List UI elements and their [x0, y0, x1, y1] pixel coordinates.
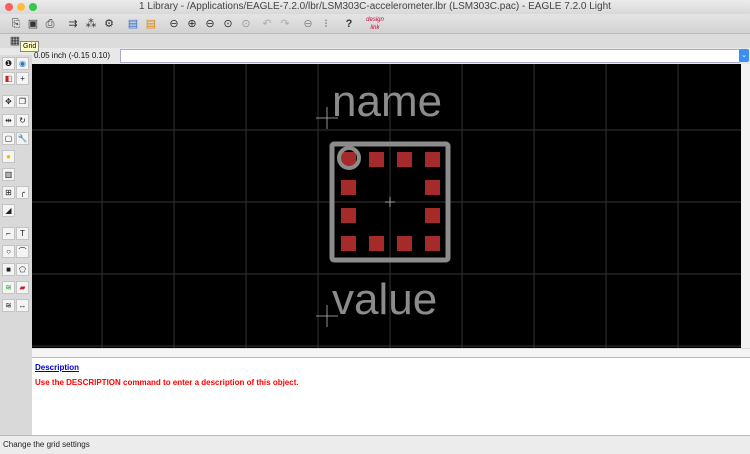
script-icon[interactable]: ⁂ [83, 16, 99, 32]
value-label: value [332, 275, 437, 324]
display-icon[interactable]: ◧ [2, 72, 15, 85]
smd-pad [369, 152, 384, 167]
main-toolbar: ⎘ ▣ ⎙ ⇉ ⁂ ⚙ ▤ ▤ ⊖ ⊕ ⊖ ⊙ ⊙ ↶ ↷ ⊖ ⁝ ? desi… [0, 14, 750, 34]
wire-icon[interactable]: ⌐ [2, 227, 15, 240]
minimize-window-button[interactable] [17, 3, 25, 11]
description-text: Use the DESCRIPTION command to enter a d… [35, 378, 299, 387]
change-icon[interactable]: 🔧 [16, 132, 29, 145]
redo-icon[interactable]: ↷ [277, 16, 293, 32]
arc-icon[interactable]: ⌒ [16, 245, 29, 258]
print-icon[interactable]: ⎙ [42, 16, 58, 32]
move-icon[interactable]: ✥ [2, 95, 15, 108]
info-icon[interactable]: ❶ [2, 57, 15, 70]
vertical-scrollbar[interactable] [741, 64, 750, 348]
description-panel: Description Use the DESCRIPTION command … [32, 357, 750, 435]
designlink-icon[interactable]: design link [363, 16, 387, 32]
smd-pad [425, 236, 440, 251]
smd-pad [341, 236, 356, 251]
rect-icon[interactable]: ■ [2, 263, 15, 276]
dimension-icon[interactable]: ↔ [16, 299, 29, 312]
smd-icon[interactable]: ≋ [2, 281, 15, 294]
zoom-last-icon[interactable]: ⊙ [238, 16, 254, 32]
zoom-out-icon[interactable]: ⊖ [202, 16, 218, 32]
title-bar: 1 Library - /Applications/EAGLE-7.2.0/lb… [0, 0, 750, 14]
layout-canvas[interactable]: name value [32, 64, 741, 348]
go-icon[interactable]: ⁝ [318, 16, 334, 32]
mark-icon[interactable]: + [16, 72, 29, 85]
smd-pad [397, 152, 412, 167]
polygon-icon[interactable]: ⬠ [16, 263, 29, 276]
smash-icon[interactable]: ⊞ [2, 186, 15, 199]
smd-pad [425, 208, 440, 223]
smd-pad [341, 208, 356, 223]
command-history-dropdown[interactable]: ⌄ [739, 49, 749, 62]
smd-pad [425, 152, 440, 167]
circle-icon[interactable]: ○ [2, 245, 15, 258]
help-icon[interactable]: ? [341, 16, 357, 32]
smd-pad [397, 236, 412, 251]
via-icon[interactable]: ≋ [2, 299, 15, 312]
text-icon[interactable]: T [16, 227, 29, 240]
zoom-in-icon[interactable]: ⊕ [184, 16, 200, 32]
rotate-icon[interactable]: ↻ [16, 114, 29, 127]
status-bar: Change the grid settings [0, 435, 750, 454]
schematic-icon[interactable]: ▤ [143, 16, 159, 32]
grid-toolbar: ▦ [0, 34, 750, 48]
copy-icon[interactable]: ❐ [16, 95, 29, 108]
open-icon[interactable]: ⎘ [8, 16, 24, 32]
save-icon[interactable]: ▣ [25, 16, 41, 32]
run-icon[interactable]: ⚙ [101, 16, 117, 32]
mirror-icon[interactable]: ⇹ [2, 114, 15, 127]
pad-icon[interactable]: ▰ [16, 281, 29, 294]
split-icon[interactable]: ◢ [2, 204, 15, 217]
horizontal-scrollbar[interactable] [32, 348, 750, 357]
coordinate-display: 0.05 inch (-0.15 0.10) [34, 51, 111, 60]
package-drawing: name value [32, 64, 741, 348]
smd-pad [369, 236, 384, 251]
zoom-select-icon[interactable]: ⊙ [220, 16, 236, 32]
paste-icon[interactable]: ● [2, 150, 15, 163]
tool-sidebar: ❶ ◉ ◧ + ✥ ❐ ⇹ ↻ ▢ 🔧 ● ▥ ⊞ ╭ ◢ ⌐ T ○ ⌒ ■ … [0, 55, 32, 435]
undo-icon[interactable]: ↶ [259, 16, 275, 32]
close-window-button[interactable] [5, 3, 13, 11]
miter-icon[interactable]: ╭ [16, 186, 29, 199]
zoom-window-button[interactable] [29, 3, 37, 11]
delete-icon[interactable]: ▥ [2, 168, 15, 181]
board-icon[interactable]: ▤ [125, 16, 141, 32]
window-title: 1 Library - /Applications/EAGLE-7.2.0/lb… [139, 1, 611, 12]
stop-icon[interactable]: ⊖ [300, 16, 316, 32]
description-link[interactable]: Description [35, 363, 747, 372]
smd-pad [341, 180, 356, 195]
name-label: name [332, 77, 442, 126]
smd-pad [425, 180, 440, 195]
command-input[interactable] [120, 49, 740, 63]
group-icon[interactable]: ▢ [2, 132, 15, 145]
use-icon[interactable]: ⇉ [65, 16, 81, 32]
show-icon[interactable]: ◉ [16, 57, 29, 70]
zoom-fit-icon[interactable]: ⊖ [166, 16, 182, 32]
